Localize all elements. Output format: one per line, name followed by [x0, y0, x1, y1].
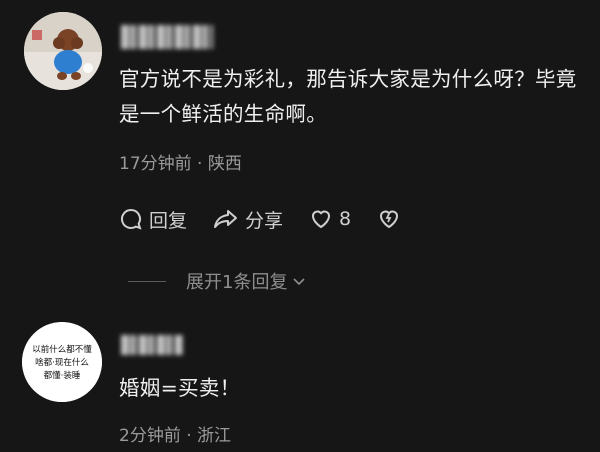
- share-label: 分享: [245, 209, 284, 232]
- like-button[interactable]: 8: [309, 207, 351, 231]
- share-button[interactable]: 分享: [213, 206, 283, 233]
- divider-line: [128, 280, 166, 282]
- expand-replies-button[interactable]: 展开1条回复: [128, 268, 307, 294]
- reply-button[interactable]: 回复: [119, 206, 187, 233]
- comment-meta: 17分钟前 · 陕西: [119, 154, 242, 174]
- svg-text:啥都·现在什么: 啥都·现在什么: [35, 357, 89, 368]
- comment-text: 婚姻=买卖！: [119, 376, 241, 400]
- handwriting-avatar-image: 以前什么都不懂 啥都·现在什么 都懂·装睡: [22, 322, 102, 402]
- username-blurred[interactable]: [121, 335, 183, 355]
- dislike-button[interactable]: [377, 207, 407, 231]
- expand-replies-label: 展开1条回复: [186, 272, 288, 293]
- chevron-down-icon: [293, 278, 306, 286]
- comment-meta: 2分钟前 · 浙江: [119, 426, 232, 446]
- reply-label: 回复: [149, 209, 188, 232]
- like-heart-icon: [312, 210, 331, 229]
- dislike-broken-heart-icon: [380, 210, 399, 229]
- like-count: 8: [339, 208, 352, 230]
- comment-text: 官方说不是为彩礼，那告诉大家是为什么呀？毕竟是一个鲜活的生命啊。: [119, 67, 577, 126]
- username-blurred[interactable]: [121, 25, 213, 49]
- reply-icon: [120, 208, 142, 230]
- svg-text:都懂·装睡: 都懂·装睡: [44, 370, 81, 381]
- comment-actions: 回复 分享 8: [119, 204, 433, 234]
- svg-text:以前什么都不懂: 以前什么都不懂: [32, 344, 92, 355]
- avatar-user2[interactable]: 以前什么都不懂 啥都·现在什么 都懂·装睡: [22, 322, 102, 402]
- avatar-user1[interactable]: [24, 12, 102, 90]
- share-icon: [214, 210, 238, 228]
- dog-avatar-image: [24, 12, 102, 90]
